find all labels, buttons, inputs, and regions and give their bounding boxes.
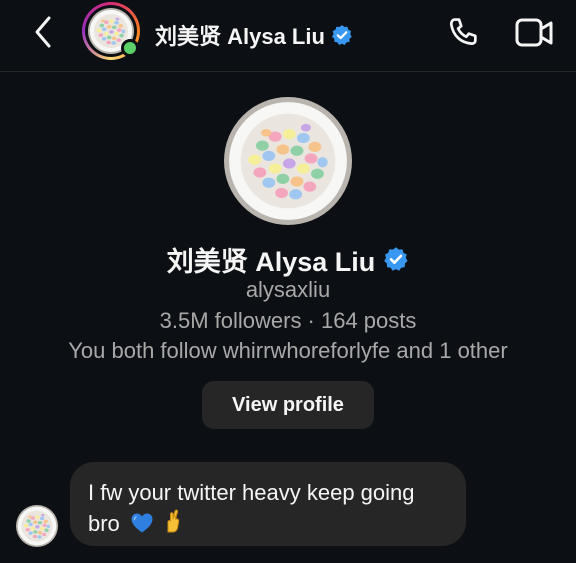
blue-heart-icon	[131, 513, 153, 533]
view-profile-button[interactable]: View profile	[202, 381, 374, 429]
cereal-bowl-avatar-image	[16, 505, 58, 547]
profile-username: alysaxliu	[245, 277, 331, 302]
chat-header: 刘美贤 Alysa Liu	[0, 0, 576, 72]
header-avatar[interactable]	[82, 2, 140, 60]
profile-stats: 3.5M followers · 164 posts	[159, 308, 417, 333]
profile-avatar[interactable]	[224, 97, 352, 225]
verified-badge-icon	[331, 24, 353, 46]
video-camera-icon	[515, 18, 553, 47]
message-bubble[interactable]: I fw your twitter heavy keep going bro	[70, 462, 466, 546]
verified-badge-icon	[383, 246, 409, 272]
video-call-button[interactable]	[514, 16, 554, 50]
phone-icon	[449, 18, 477, 45]
header-display-name: 刘美贤 Alysa Liu	[155, 24, 325, 49]
crossed-fingers-icon	[167, 509, 180, 533]
profile-display-name: 刘美贤 Alysa Liu	[166, 246, 376, 277]
online-status-dot	[121, 39, 139, 57]
sender-avatar[interactable]	[16, 505, 58, 547]
back-button[interactable]	[28, 14, 60, 50]
cereal-bowl-profile-image	[224, 97, 352, 225]
audio-call-button[interactable]	[444, 14, 482, 52]
chevron-left-icon	[35, 16, 51, 48]
dm-thread-screen: 刘美贤 Alysa Liu 刘美贤 Alysa Liu alysaxliu 3.…	[0, 0, 576, 563]
mutual-followers: You both follow whirrwhoreforlyfe and 1 …	[68, 338, 508, 363]
header-title[interactable]: 刘美贤 Alysa Liu	[155, 20, 353, 50]
profile-name-row: 刘美贤 Alysa Liu	[0, 240, 576, 278]
